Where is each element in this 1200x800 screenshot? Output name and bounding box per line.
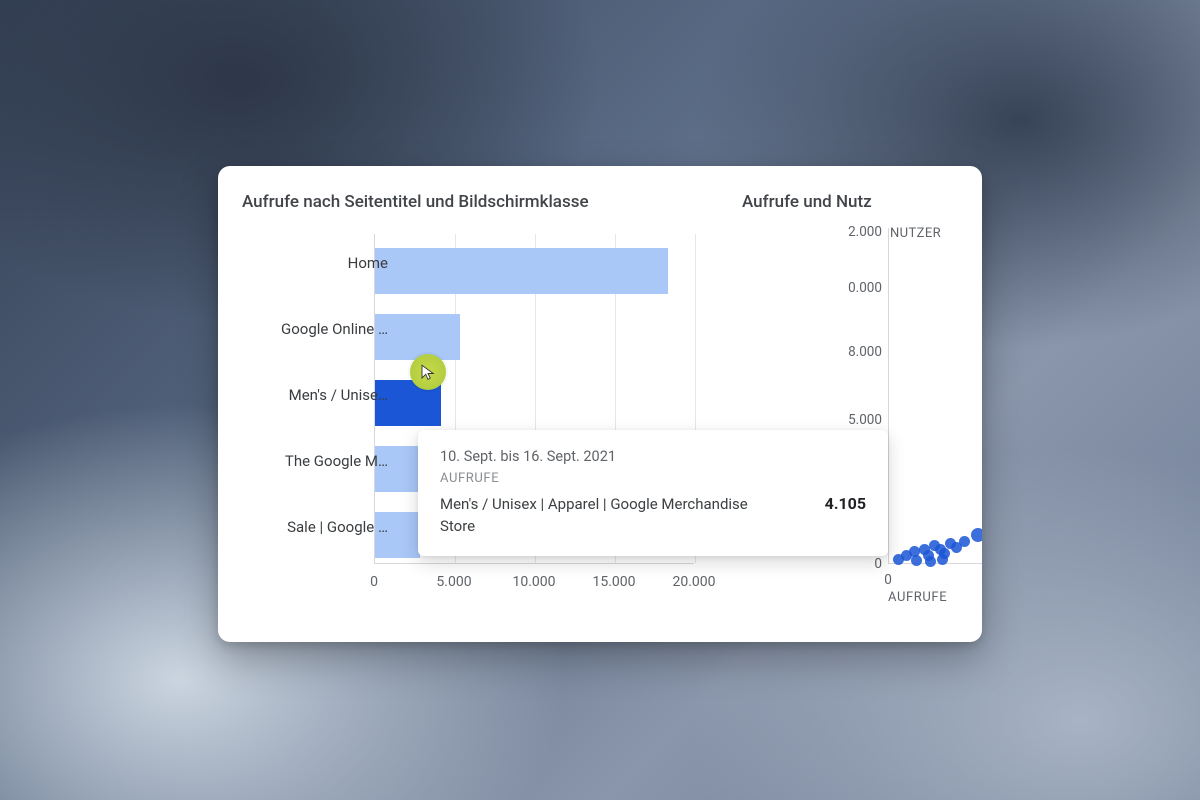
y-tick: 0: [874, 556, 882, 572]
x-tick: 5.000: [436, 574, 471, 590]
scatter-dot[interactable]: [925, 556, 936, 567]
scatter-dot[interactable]: [937, 554, 948, 565]
scatter-dot[interactable]: [959, 536, 970, 547]
tooltip-value: 4.105: [825, 494, 866, 513]
tooltip-item-name: Men's / Unisex | Apparel | Google Mercha…: [440, 494, 780, 538]
bar-label: Men's / Unise…: [258, 386, 388, 404]
scatter-plot-area: [888, 228, 982, 564]
bar-label: Home: [258, 254, 388, 272]
x-tick: 20.000: [672, 574, 715, 590]
x-axis: 0 5.000 10.000 15.000 20.000: [374, 568, 694, 588]
x-tick: 10.000: [512, 574, 555, 590]
y-tick: 0.000: [848, 280, 882, 296]
card-inner: Aufrufe nach Seitentitel und Bildschirmk…: [218, 166, 982, 642]
analytics-card: Aufrufe nach Seitentitel und Bildschirmk…: [218, 166, 982, 642]
bar-label: Sale | Google …: [258, 518, 388, 536]
tooltip-metric-label: AUFRUFE: [440, 471, 866, 486]
scatter-dot[interactable]: [971, 528, 982, 542]
bar-label: The Google M…: [258, 452, 388, 470]
bar[interactable]: [375, 248, 668, 294]
y-tick: 8.000: [848, 344, 882, 360]
bar-chart-title: Aufrufe nach Seitentitel und Bildschirmk…: [242, 192, 589, 212]
scatter-dot[interactable]: [911, 555, 922, 566]
x-tick: 15.000: [592, 574, 635, 590]
scatter-x-label: AUFRUFE: [888, 590, 947, 605]
cursor-highlight-icon: [410, 354, 446, 390]
tooltip-row: Men's / Unisex | Apparel | Google Mercha…: [440, 494, 866, 538]
x-tick: 0: [370, 574, 378, 590]
y-tick: 2.000: [848, 224, 882, 240]
y-tick: 5.000: [848, 412, 882, 428]
x-tick: 0: [884, 572, 892, 588]
tooltip-date-range: 10. Sept. bis 16. Sept. 2021: [440, 448, 866, 465]
scatter-chart-title: Aufrufe und Nutz: [742, 192, 872, 212]
chart-tooltip: 10. Sept. bis 16. Sept. 2021 AUFRUFE Men…: [418, 430, 888, 556]
bar-label: Google Online …: [258, 320, 388, 338]
